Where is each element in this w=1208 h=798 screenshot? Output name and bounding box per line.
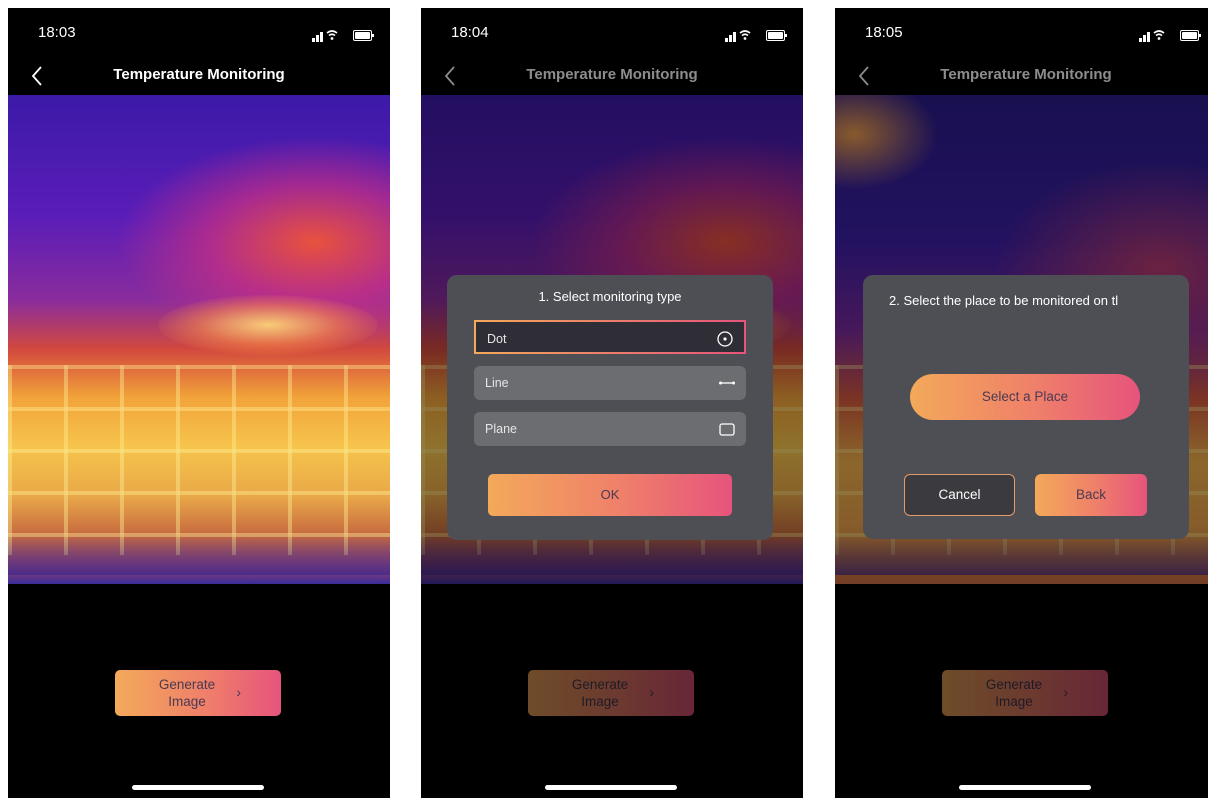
page-title: Temperature Monitoring xyxy=(940,66,1112,83)
chevron-right-icon: › xyxy=(649,684,654,700)
option-plane[interactable]: Plane xyxy=(474,412,746,446)
thermal-image[interactable] xyxy=(8,95,390,584)
monitoring-type-dialog: 1. Select monitoring type Dot Line Plane… xyxy=(447,275,773,540)
wifi-icon xyxy=(1153,30,1165,40)
status-icons xyxy=(725,28,787,42)
thermal-image: 1. Select monitoring type Dot Line Plane… xyxy=(421,95,803,584)
status-time: 18:05 xyxy=(865,24,903,41)
option-line[interactable]: Line xyxy=(474,366,746,400)
page-title: Temperature Monitoring xyxy=(113,66,285,83)
thermal-image: 2. Select the place to be monitored on t… xyxy=(835,95,1208,584)
dialog-title: 2. Select the place to be monitored on t… xyxy=(889,293,1119,308)
battery-icon xyxy=(766,30,787,41)
generate-image-label: Generate Image xyxy=(985,677,1043,709)
wifi-icon xyxy=(739,30,751,40)
navigation-bar: Temperature Monitoring xyxy=(835,60,1208,92)
select-place-button[interactable]: Select a Place xyxy=(910,374,1140,420)
generate-image-button[interactable]: Generate Image › xyxy=(528,670,694,716)
phone-screen-1: 18:03 Temperature Monitoring Generate Im… xyxy=(8,8,390,798)
status-bar: 18:05 xyxy=(835,8,1208,58)
cancel-label: Cancel xyxy=(938,487,981,502)
generate-image-button[interactable]: Generate Image › xyxy=(942,670,1108,716)
select-place-dialog: 2. Select the place to be monitored on t… xyxy=(863,275,1189,539)
phone-screen-3: 18:05 Temperature Monitoring 2. Select t… xyxy=(835,8,1208,798)
back-button[interactable]: Back xyxy=(1035,474,1147,516)
target-dot-icon xyxy=(717,331,733,347)
battery-icon xyxy=(1180,30,1201,41)
wifi-icon xyxy=(326,30,338,40)
line-icon xyxy=(719,381,735,385)
rectangle-icon xyxy=(719,423,735,436)
home-indicator xyxy=(132,785,264,790)
back-label: Back xyxy=(1075,487,1106,502)
option-label: Plane xyxy=(485,422,517,436)
generate-image-label: Generate Image xyxy=(571,677,629,709)
option-label: Line xyxy=(485,376,509,390)
cancel-button[interactable]: Cancel xyxy=(904,474,1015,516)
status-time: 18:04 xyxy=(451,24,489,41)
home-indicator xyxy=(545,785,677,790)
chevron-right-icon: › xyxy=(1063,684,1068,700)
status-time: 18:03 xyxy=(38,24,76,41)
home-indicator xyxy=(959,785,1091,790)
battery-icon xyxy=(353,30,374,41)
ok-button[interactable]: OK xyxy=(488,474,732,516)
status-icons xyxy=(1139,28,1201,42)
ok-label: OK xyxy=(600,487,620,502)
option-dot[interactable]: Dot xyxy=(474,320,746,354)
chevron-right-icon: › xyxy=(236,684,241,700)
page-title: Temperature Monitoring xyxy=(526,66,698,83)
status-icons xyxy=(312,28,374,42)
generate-image-label: Generate Image xyxy=(158,677,216,709)
status-bar: 18:03 xyxy=(8,8,390,58)
navigation-bar: Temperature Monitoring xyxy=(8,60,390,92)
option-label: Dot xyxy=(487,332,507,346)
generate-image-button[interactable]: Generate Image › xyxy=(115,670,281,716)
navigation-bar: Temperature Monitoring xyxy=(421,60,803,92)
select-place-label: Select a Place xyxy=(981,389,1069,404)
dialog-title: 1. Select monitoring type xyxy=(538,289,682,304)
status-bar: 18:04 xyxy=(421,8,803,58)
phone-screen-2: 18:04 Temperature Monitoring 1. Select m… xyxy=(421,8,803,798)
